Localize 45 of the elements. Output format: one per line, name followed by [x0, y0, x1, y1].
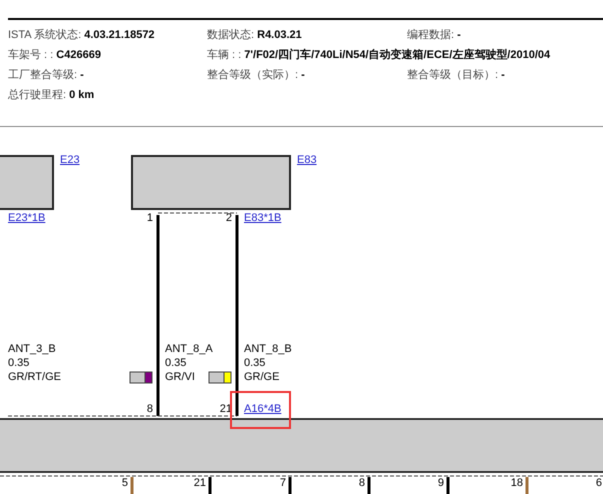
field-label: 数据状态:	[207, 28, 256, 40]
pin-number: 9	[438, 477, 444, 490]
wire-signal: ANT_8_A	[165, 343, 213, 356]
pin-number: 8	[146, 403, 153, 416]
wire-gauge: 0.35	[8, 357, 30, 370]
wire-gauge: 0.35	[244, 357, 266, 370]
pin-number: 21	[194, 477, 206, 490]
field-value: -	[457, 28, 461, 40]
component-link[interactable]: E23	[60, 154, 80, 167]
field-value: 0 km	[69, 88, 94, 100]
field-label: 总行驶里程:	[8, 88, 68, 100]
connector-link[interactable]: E83*1B	[244, 212, 282, 225]
connector-link[interactable]: A16*4B	[244, 403, 282, 416]
wire-swatch	[208, 372, 224, 384]
wire-color-code: GR/RT/GE	[8, 371, 61, 384]
field-label: 整合等级（实际）:	[207, 68, 300, 80]
component-link[interactable]: E83	[297, 154, 317, 167]
pin-number: 5	[122, 477, 128, 490]
wire-swatch	[130, 372, 146, 384]
field-value: 4.03.21.18572	[84, 28, 155, 40]
pin-number: 7	[280, 477, 286, 490]
field-value: -	[80, 68, 84, 80]
field-label: ISTA 系统状态:	[8, 28, 82, 40]
field-label: 编程数据:	[407, 28, 456, 40]
field-label: 工厂整合等级:	[8, 68, 78, 80]
pin-number: 1	[146, 212, 153, 225]
field-value: C426669	[56, 48, 101, 60]
field-value: 7'/F02/四门车/740Li/N54/自动变速箱/ECE/左座驾驶型/2010/04	[244, 48, 550, 60]
pin-number: 18	[510, 477, 523, 490]
pin-number: 6	[596, 477, 602, 490]
field-label: 车架号 : :	[8, 48, 54, 60]
field-value: R4.03.21	[257, 28, 302, 40]
wire-signal: ANT_8_B	[244, 343, 292, 356]
wire-color-code: GR/VI	[165, 371, 195, 384]
component-block	[0, 155, 54, 210]
pin-number: 2	[226, 212, 232, 225]
pin-number: 8	[358, 477, 365, 490]
field-label: 整合等级（目标）:	[407, 68, 500, 80]
wire-signal: ANT_3_B	[8, 343, 56, 356]
wire-color-code: GR/GE	[244, 371, 280, 384]
wire-gauge: 0.35	[165, 357, 186, 370]
field-value: -	[301, 68, 305, 80]
field-label: 车辆 : :	[207, 48, 242, 60]
field-value: -	[501, 68, 505, 80]
connector-link[interactable]: E23*1B	[8, 212, 46, 225]
